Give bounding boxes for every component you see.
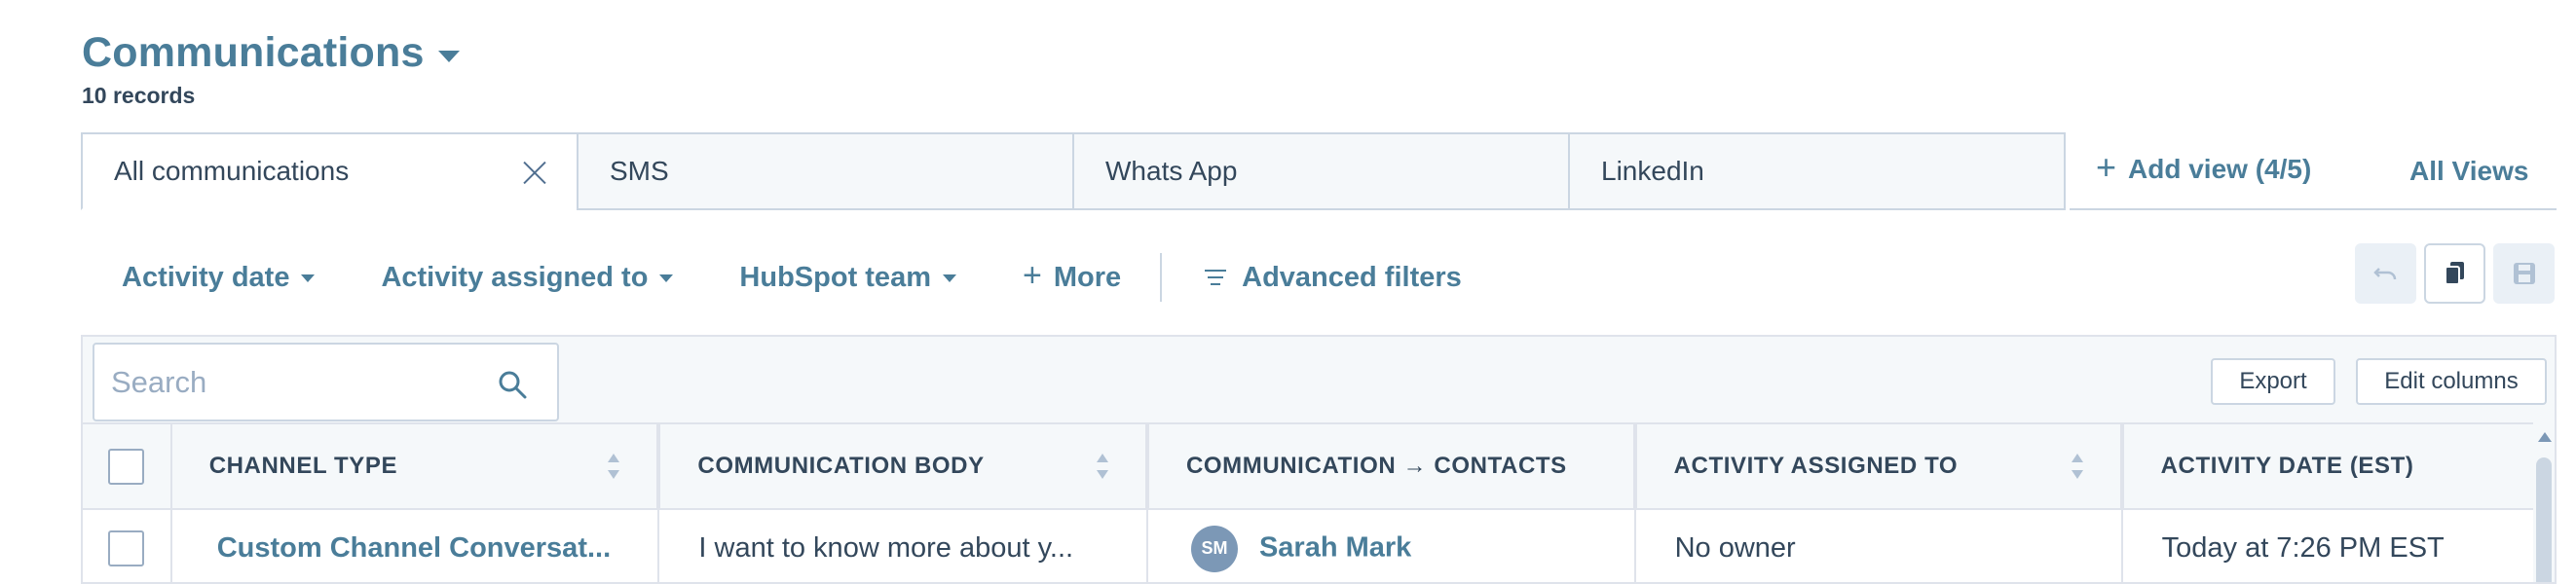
undo-button[interactable] [2355, 243, 2416, 304]
tab-linkedin[interactable]: LinkedIn [1568, 132, 2066, 210]
channel-type-cell: Custom Channel Conversat... [170, 509, 660, 582]
page-title[interactable]: Communications [82, 29, 425, 77]
tab-label: Whats App [1105, 156, 1238, 186]
tab-divider [2070, 208, 2557, 210]
tab-all-communications[interactable]: All communications [81, 132, 579, 210]
assigned-to-cell: No owner [1634, 509, 2123, 582]
search-input[interactable] [111, 364, 481, 400]
column-header-label: COMMUNICATION BODY [697, 453, 985, 479]
scroll-up-icon[interactable] [2538, 432, 2552, 442]
column-header-label: CHANNEL TYPE [208, 453, 398, 479]
filter-label: More [1053, 261, 1122, 293]
save-view-button[interactable] [2493, 243, 2555, 304]
row-select-cell [83, 509, 172, 582]
chevron-down-icon[interactable] [437, 50, 460, 62]
records-table: CHANNEL TYPE COMMUNICATION BODY COMMUNIC… [83, 422, 2555, 582]
activity-assigned-to-filter[interactable]: Activity assigned to [381, 261, 674, 294]
advanced-filters-button[interactable]: Advanced filters [1205, 262, 1462, 294]
activity-date-filter[interactable]: Activity date [122, 261, 316, 294]
tab-label: LinkedIn [1601, 156, 1704, 186]
page-title-row: Communications [82, 29, 460, 77]
table-row: Custom Channel Conversat... I want to kn… [83, 509, 2555, 582]
column-header-label: COMMUNICATION → CONTACTS [1185, 453, 1567, 479]
save-icon [2513, 263, 2535, 284]
column-header-label: ACTIVITY ASSIGNED TO [1673, 453, 1959, 479]
all-views-link[interactable]: All Views [2409, 156, 2528, 187]
vertical-scrollbar[interactable] [2533, 422, 2555, 582]
filter-label: Activity assigned to [381, 261, 649, 293]
chevron-down-icon [942, 274, 956, 282]
chevron-down-icon [659, 274, 674, 282]
plus-icon: + [1022, 257, 1042, 294]
sort-icon[interactable] [608, 454, 620, 481]
scroll-thumb[interactable] [2536, 457, 2552, 582]
column-header-contacts[interactable]: COMMUNICATION → CONTACTS [1146, 422, 1637, 510]
tab-label: All communications [114, 156, 350, 186]
plus-icon: + [2096, 147, 2117, 187]
column-header-communication-body[interactable]: COMMUNICATION BODY [658, 422, 1149, 510]
column-header-activity-assigned-to[interactable]: ACTIVITY ASSIGNED TO [1634, 422, 2124, 510]
contact-cell: SM Sarah Mark [1146, 509, 1636, 582]
select-all-cell [83, 422, 172, 510]
table-header-row: CHANNEL TYPE COMMUNICATION BODY COMMUNIC… [83, 422, 2555, 510]
undo-icon [2372, 268, 2396, 280]
search-icon[interactable] [497, 369, 528, 400]
tab-sms[interactable]: SMS [577, 132, 1074, 210]
sort-icon[interactable] [1096, 454, 1108, 481]
tab-label: SMS [610, 156, 669, 186]
column-header-channel-type[interactable]: CHANNEL TYPE [170, 422, 661, 510]
row-checkbox[interactable] [108, 530, 145, 566]
filter-label: Activity date [122, 261, 290, 293]
record-count: 10 records [82, 83, 196, 108]
filter-icon [1205, 270, 1227, 285]
filter-bar: Activity date Activity assigned to HubSp… [122, 253, 1462, 302]
column-header-activity-date[interactable]: ACTIVITY DATE (EST) [2121, 422, 2555, 510]
records-table-panel: Export Edit columns CHANNEL TYPE COMMUNI… [81, 335, 2557, 584]
record-link[interactable]: Custom Channel Conversat... [217, 532, 611, 564]
select-all-checkbox[interactable] [108, 448, 145, 485]
edit-columns-button[interactable]: Edit columns [2356, 358, 2547, 405]
filter-label: HubSpot team [739, 261, 931, 293]
copy-icon [2444, 262, 2464, 285]
more-filters-button[interactable]: + More [1022, 257, 1122, 294]
column-header-label: ACTIVITY DATE (EST) [2160, 453, 2414, 479]
export-button[interactable]: Export [2211, 358, 2335, 405]
filter-label: Advanced filters [1242, 261, 1462, 293]
clone-view-button[interactable] [2424, 243, 2485, 304]
add-view-label: Add view (4/5) [2128, 154, 2312, 184]
hubspot-team-filter[interactable]: HubSpot team [739, 262, 956, 294]
activity-date-cell: Today at 7:26 PM EST [2121, 509, 2555, 582]
communication-body-cell: I want to know more about y... [658, 509, 1148, 582]
chevron-down-icon [301, 274, 316, 282]
close-icon[interactable] [522, 160, 547, 185]
add-view-button[interactable]: + Add view (4/5) [2096, 150, 2312, 185]
divider [1160, 253, 1163, 302]
avatar: SM [1190, 525, 1238, 572]
tab-whats-app[interactable]: Whats App [1072, 132, 1570, 210]
search-field[interactable] [93, 343, 559, 421]
contact-link[interactable]: Sarah Mark [1259, 531, 1411, 563]
sort-icon[interactable] [2071, 454, 2083, 481]
view-tabs: All communications SMS Whats App LinkedI… [81, 132, 2066, 210]
